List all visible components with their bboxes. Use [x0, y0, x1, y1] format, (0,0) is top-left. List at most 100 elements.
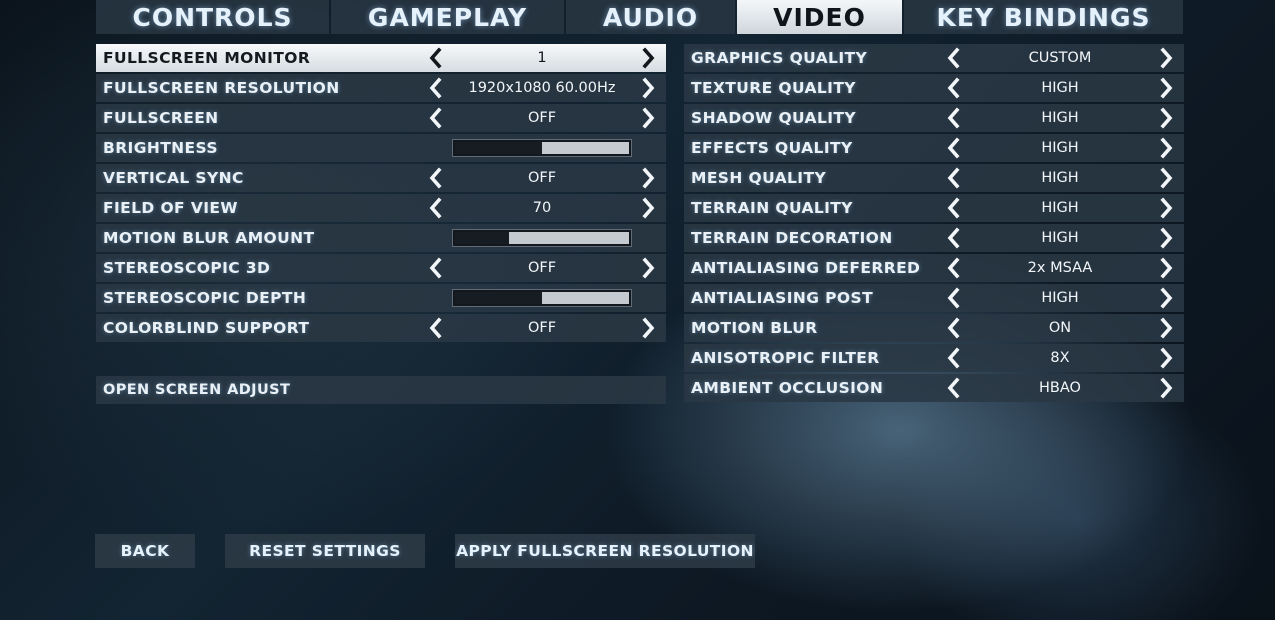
setting-value: 8X: [1050, 350, 1070, 366]
setting-fullscreen-resolution[interactable]: FULLSCREEN RESOLUTION 1920x1080 60.00Hz: [96, 74, 666, 102]
tab-key-bindings[interactable]: KEY BINDINGS: [904, 0, 1183, 34]
chevron-left-icon[interactable]: [424, 166, 448, 190]
setting-value: HBAO: [1039, 380, 1081, 396]
chevron-left-icon[interactable]: [942, 316, 966, 340]
setting-stereoscopic-depth[interactable]: STEREOSCOPIC DEPTH: [96, 284, 666, 312]
chevron-right-icon[interactable]: [1154, 286, 1178, 310]
brightness-slider[interactable]: [453, 140, 631, 156]
apply-fullscreen-resolution-button[interactable]: APPLY FULLSCREEN RESOLUTION: [455, 534, 755, 568]
setting-label: ANTIALIASING POST: [691, 289, 874, 307]
chevron-right-icon[interactable]: [1154, 256, 1178, 280]
chevron-left-icon[interactable]: [424, 196, 448, 220]
setting-antialiasing-post[interactable]: ANTIALIASING POST HIGH: [684, 284, 1184, 312]
chevron-right-icon[interactable]: [636, 316, 660, 340]
chevron-left-icon[interactable]: [942, 226, 966, 250]
back-button[interactable]: BACK: [95, 534, 195, 568]
chevron-right-icon[interactable]: [1154, 76, 1178, 100]
setting-fullscreen-monitor[interactable]: FULLSCREEN MONITOR 1: [96, 44, 666, 72]
chevron-right-icon[interactable]: [636, 76, 660, 100]
chevron-right-icon[interactable]: [1154, 316, 1178, 340]
setting-label: MESH QUALITY: [691, 169, 827, 187]
setting-field-of-view[interactable]: FIELD OF VIEW 70: [96, 194, 666, 222]
chevron-right-icon[interactable]: [636, 166, 660, 190]
setting-anisotropic-filter[interactable]: ANISOTROPIC FILTER 8X: [684, 344, 1184, 372]
chevron-left-icon[interactable]: [942, 46, 966, 70]
tab-audio[interactable]: AUDIO: [566, 0, 735, 34]
chevron-right-icon[interactable]: [1154, 226, 1178, 250]
chevron-right-icon[interactable]: [636, 256, 660, 280]
setting-mesh-quality[interactable]: MESH QUALITY HIGH: [684, 164, 1184, 192]
chevron-right-icon[interactable]: [1154, 46, 1178, 70]
chevron-left-icon[interactable]: [942, 76, 966, 100]
chevron-left-icon[interactable]: [942, 166, 966, 190]
chevron-right-icon[interactable]: [636, 196, 660, 220]
chevron-right-icon[interactable]: [636, 46, 660, 70]
setting-label: FULLSCREEN: [103, 109, 219, 127]
setting-texture-quality[interactable]: TEXTURE QUALITY HIGH: [684, 74, 1184, 102]
setting-label: BRIGHTNESS: [103, 139, 218, 157]
setting-label: FULLSCREEN MONITOR: [103, 49, 311, 67]
chevron-left-icon[interactable]: [424, 256, 448, 280]
setting-value: HIGH: [1041, 140, 1079, 156]
setting-label: TERRAIN DECORATION: [691, 229, 893, 247]
setting-colorblind-support[interactable]: COLORBLIND SUPPORT OFF: [96, 314, 666, 342]
chevron-right-icon[interactable]: [1154, 136, 1178, 160]
chevron-right-icon[interactable]: [1154, 346, 1178, 370]
chevron-left-icon[interactable]: [424, 316, 448, 340]
setting-value: 1: [537, 50, 547, 66]
setting-ambient-occlusion[interactable]: AMBIENT OCCLUSION HBAO: [684, 374, 1184, 402]
setting-value: OFF: [527, 320, 557, 336]
setting-shadow-quality[interactable]: SHADOW QUALITY HIGH: [684, 104, 1184, 132]
chevron-left-icon[interactable]: [942, 286, 966, 310]
setting-label: VERTICAL SYNC: [103, 169, 244, 187]
chevron-right-icon[interactable]: [1154, 376, 1178, 400]
chevron-right-icon[interactable]: [1154, 196, 1178, 220]
setting-value: CUSTOM: [1028, 50, 1092, 66]
chevron-right-icon[interactable]: [1154, 166, 1178, 190]
setting-motion-blur[interactable]: MOTION BLUR ON: [684, 314, 1184, 342]
setting-value: HIGH: [1041, 170, 1079, 186]
setting-terrain-quality[interactable]: TERRAIN QUALITY HIGH: [684, 194, 1184, 222]
chevron-left-icon[interactable]: [942, 136, 966, 160]
tab-controls[interactable]: CONTROLS: [96, 0, 329, 34]
setting-label: ANISOTROPIC FILTER: [691, 349, 880, 367]
setting-value: OFF: [527, 110, 557, 126]
chevron-left-icon[interactable]: [424, 106, 448, 130]
setting-effects-quality[interactable]: EFFECTS QUALITY HIGH: [684, 134, 1184, 162]
open-screen-adjust-button[interactable]: OPEN SCREEN ADJUST: [96, 376, 666, 404]
setting-label: FULLSCREEN RESOLUTION: [103, 79, 340, 97]
setting-label: SHADOW QUALITY: [691, 109, 856, 127]
setting-motion-blur-amount[interactable]: MOTION BLUR AMOUNT: [96, 224, 666, 252]
slider-fill: [455, 292, 542, 304]
tab-video[interactable]: VIDEO: [737, 0, 902, 34]
setting-value: HIGH: [1041, 290, 1079, 306]
reset-settings-button[interactable]: RESET SETTINGS: [225, 534, 425, 568]
chevron-right-icon[interactable]: [1154, 106, 1178, 130]
setting-value: OFF: [527, 170, 557, 186]
setting-graphics-quality[interactable]: GRAPHICS QUALITY CUSTOM: [684, 44, 1184, 72]
setting-antialiasing-deferred[interactable]: ANTIALIASING DEFERRED 2x MSAA: [684, 254, 1184, 282]
chevron-left-icon[interactable]: [942, 346, 966, 370]
setting-terrain-decoration[interactable]: TERRAIN DECORATION HIGH: [684, 224, 1184, 252]
tab-gameplay[interactable]: GAMEPLAY: [331, 0, 564, 34]
motion-blur-amount-slider[interactable]: [453, 230, 631, 246]
setting-value: 2x MSAA: [1027, 260, 1093, 276]
setting-label: STEREOSCOPIC DEPTH: [103, 289, 307, 307]
chevron-left-icon[interactable]: [942, 376, 966, 400]
setting-stereoscopic-3d[interactable]: STEREOSCOPIC 3D OFF: [96, 254, 666, 282]
setting-label: EFFECTS QUALITY: [691, 139, 853, 157]
chevron-left-icon[interactable]: [942, 106, 966, 130]
setting-value: HIGH: [1041, 200, 1079, 216]
chevron-left-icon[interactable]: [942, 256, 966, 280]
chevron-left-icon[interactable]: [424, 76, 448, 100]
chevron-left-icon[interactable]: [424, 46, 448, 70]
stereoscopic-depth-slider[interactable]: [453, 290, 631, 306]
setting-vertical-sync[interactable]: VERTICAL SYNC OFF: [96, 164, 666, 192]
setting-brightness[interactable]: BRIGHTNESS: [96, 134, 666, 162]
setting-label: FIELD OF VIEW: [103, 199, 238, 217]
setting-fullscreen[interactable]: FULLSCREEN OFF: [96, 104, 666, 132]
chevron-right-icon[interactable]: [636, 106, 660, 130]
chevron-left-icon[interactable]: [942, 196, 966, 220]
slider-fill: [455, 142, 542, 154]
